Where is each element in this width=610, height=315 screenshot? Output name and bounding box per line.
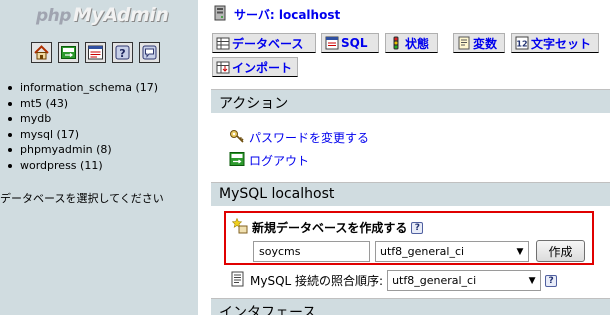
mysql-section-header: MySQL localhost <box>211 182 610 206</box>
tab-sql[interactable]: SQL <box>321 33 379 53</box>
variables-icon <box>457 36 471 50</box>
database-list-item[interactable]: mydb <box>8 111 158 127</box>
database-list-item[interactable]: information_schema (17) <box>8 80 158 96</box>
key-icon <box>229 128 245 147</box>
status-icon <box>389 36 403 50</box>
logout-label: ログアウト <box>249 154 310 168</box>
logout-icon[interactable] <box>58 42 79 63</box>
sql-query-icon[interactable] <box>85 42 106 63</box>
logo-php-text: php <box>36 6 71 26</box>
tab-status[interactable]: 状態 <box>385 33 438 53</box>
tab-import[interactable]: インポート <box>212 57 298 77</box>
logout-link[interactable]: ログアウト <box>229 151 309 170</box>
connection-collation-select[interactable]: utf8_general_ci ▼ <box>387 270 542 291</box>
actions-title: アクション <box>219 96 289 112</box>
server-icon <box>212 5 228 24</box>
change-password-label: パスワードを変更する <box>249 131 370 145</box>
server-link[interactable]: サーバ: localhost <box>234 6 340 23</box>
database-list-item[interactable]: mt5 (43) <box>8 96 158 112</box>
charset-icon: 12 <box>515 36 529 50</box>
interface-section-header: インタフェース <box>211 298 610 315</box>
mysql-title: MySQL localhost <box>219 186 335 202</box>
create-database-box: 新規データベースを作成する ? utf8_general_ci ▼ 作成 <box>224 211 594 265</box>
tab-status-label: 状態 <box>405 36 430 51</box>
new-database-icon <box>231 217 248 237</box>
left-frame: php MyAdmin ? information_schema (17) mt… <box>0 0 198 315</box>
tab-databases[interactable]: データベース <box>212 33 316 53</box>
sql-icon <box>325 36 339 50</box>
select-database-hint: データベースを選択してください <box>0 192 164 205</box>
tab-variables[interactable]: 変数 <box>453 33 505 53</box>
connection-collation-value: utf8_general_ci <box>392 274 477 287</box>
chevron-down-icon: ▼ <box>524 271 541 290</box>
connection-collation-row: MySQL 接続の照合順序: utf8_general_ci ▼ ? <box>230 270 558 291</box>
logout-icon <box>229 151 245 170</box>
database-name-input[interactable] <box>253 241 370 262</box>
left-icon-toolbar: ? <box>31 42 160 63</box>
connection-collation-label: MySQL 接続の照合順序: <box>250 274 384 288</box>
tab-charset[interactable]: 12 文字セット <box>511 33 599 53</box>
tab-import-label: インポート <box>232 60 293 75</box>
import-icon <box>216 60 230 74</box>
create-database-title: 新規データベースを作成する ? <box>231 217 424 237</box>
collation-icon <box>230 271 246 290</box>
phpmyadmin-logo[interactable]: php MyAdmin <box>36 4 169 32</box>
home-icon[interactable] <box>31 42 52 63</box>
help-icon[interactable]: ? <box>112 42 133 63</box>
collation-select-value: utf8_general_ci <box>380 245 465 258</box>
docs-icon[interactable] <box>139 42 160 63</box>
server-breadcrumb: サーバ: localhost <box>212 5 340 24</box>
tab-charset-label: 文字セット <box>531 36 592 51</box>
change-password-link[interactable]: パスワードを変更する <box>229 128 369 147</box>
database-icon <box>216 36 230 50</box>
create-database-label: 新規データベースを作成する <box>252 221 408 235</box>
database-list-item[interactable]: wordpress (11) <box>8 158 158 174</box>
help-icon[interactable]: ? <box>545 274 558 287</box>
svg-text:12: 12 <box>516 40 527 49</box>
chevron-down-icon: ▼ <box>512 242 528 261</box>
create-database-button[interactable]: 作成 <box>536 240 585 262</box>
database-list: information_schema (17) mt5 (43) mydb my… <box>8 80 158 174</box>
help-icon[interactable]: ? <box>411 221 424 234</box>
svg-text:?: ? <box>119 47 125 60</box>
tab-databases-label: データベース <box>232 36 304 51</box>
database-list-item[interactable]: mysql (17) <box>8 127 158 143</box>
collation-select[interactable]: utf8_general_ci ▼ <box>375 241 529 262</box>
tab-sql-label: SQL <box>341 36 368 50</box>
database-list-item[interactable]: phpmyadmin (8) <box>8 142 158 158</box>
actions-section-header: アクション <box>211 89 610 113</box>
main-frame: サーバ: localhost データベース SQL 状態 変数 12 文字セット <box>198 0 610 315</box>
interface-title: インタフェース <box>219 305 317 315</box>
tab-variables-label: 変数 <box>473 36 498 51</box>
logo-myadmin-text: MyAdmin <box>73 4 169 26</box>
